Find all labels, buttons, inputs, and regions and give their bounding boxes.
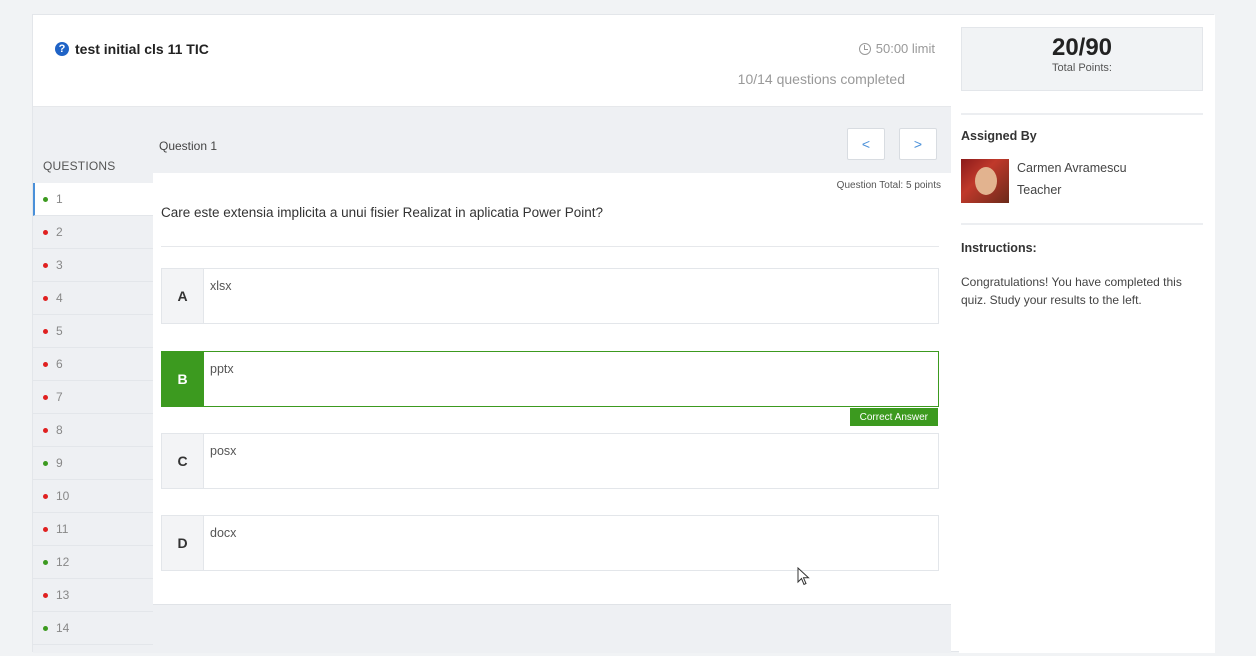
status-dot [43,229,48,235]
question-item[interactable]: 7 [33,381,153,414]
question-item[interactable]: 8 [33,414,153,447]
avatar [961,159,1009,203]
divider [161,246,939,247]
divider [961,223,1203,225]
correct-answer-badge: Correct Answer [849,408,938,426]
help-icon: ? [55,42,69,56]
status-dot [43,625,48,631]
total-points-box: 20/90 Total Points: [961,27,1203,91]
questions-heading: QUESTIONS [43,159,116,173]
option-b[interactable]: B pptx Correct Answer [161,351,939,426]
question-item[interactable]: 5 [33,315,153,348]
question-total: Question Total: 5 points [836,180,941,191]
teacher-name: Carmen Avramescu [1017,161,1127,175]
status-dot [43,196,48,202]
question-item[interactable]: 10 [33,480,153,513]
status-dot [43,592,48,598]
question-card: Question Total: 5 points Care este exten… [153,173,951,605]
option-text: posx [210,444,237,458]
status-dot [43,460,48,466]
points-label: Total Points: [1052,62,1112,74]
option-letter: B [162,352,204,406]
question-item[interactable]: 1 [33,183,153,216]
quiz-body: QUESTIONS 1 2 3 4 5 6 7 8 9 10 11 12 13 … [33,107,951,653]
divider [961,113,1203,115]
question-list: 1 2 3 4 5 6 7 8 9 10 11 12 13 14 [33,183,153,645]
status-dot [43,295,48,301]
option-d[interactable]: D docx [161,515,939,571]
status-dot [43,394,48,400]
right-panel: 20/90 Total Points: Assigned By Carmen A… [959,15,1215,653]
question-item[interactable]: 11 [33,513,153,546]
time-limit-text: 50:00 limit [875,41,935,56]
prev-question-button[interactable]: < [847,128,885,160]
quiz-frame: ? test initial cls 11 TIC 50:00 limit 10… [32,14,1215,653]
status-dot [43,493,48,499]
status-dot [43,361,48,367]
quiz-header: ? test initial cls 11 TIC 50:00 limit 10… [33,15,951,107]
question-item[interactable]: 12 [33,546,153,579]
question-item[interactable]: 9 [33,447,153,480]
instructions-title: Instructions: [961,241,1037,255]
status-dot [43,328,48,334]
option-text: xlsx [210,279,232,293]
teacher-role: Teacher [1017,183,1062,197]
question-item[interactable]: 6 [33,348,153,381]
question-item[interactable]: 14 [33,612,153,645]
progress-text: 10/14 questions completed [737,71,905,87]
question-item[interactable]: 3 [33,249,153,282]
status-dot [43,262,48,268]
question-item[interactable]: 2 [33,216,153,249]
status-dot [43,559,48,565]
quiz-title: ? test initial cls 11 TIC [55,41,209,57]
time-limit: 50:00 limit [858,41,935,56]
option-text: docx [210,526,237,540]
question-text: Care este extensia implicita a unui fisi… [161,205,603,220]
option-text: pptx [210,362,234,376]
mouse-cursor-icon [797,567,810,586]
clock-icon [858,42,871,55]
option-letter: D [162,516,204,570]
instructions-text: Congratulations! You have completed this… [961,275,1182,307]
status-dot [43,526,48,532]
quiz-title-text: test initial cls 11 TIC [75,41,209,57]
question-item[interactable]: 13 [33,579,153,612]
option-a[interactable]: A xlsx [161,268,939,324]
status-dot [43,427,48,433]
points-value: 20/90 [1051,34,1113,61]
question-label: Question 1 [159,139,218,153]
option-letter: C [162,434,204,488]
next-question-button[interactable]: > [899,128,937,160]
option-c[interactable]: C posx [161,433,939,489]
option-letter: A [162,269,204,323]
question-item[interactable]: 4 [33,282,153,315]
assigned-by-title: Assigned By [961,129,1037,143]
